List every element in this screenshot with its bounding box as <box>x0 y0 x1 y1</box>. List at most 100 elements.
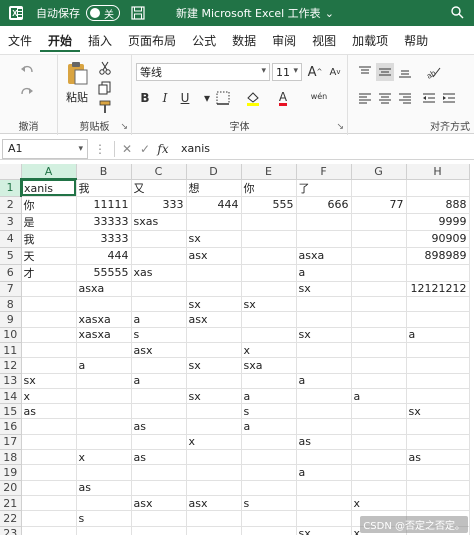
cell-g10[interactable] <box>351 327 407 343</box>
search-icon[interactable] <box>450 5 466 21</box>
cell-f10[interactable]: sx <box>296 327 352 343</box>
cell-d9[interactable]: asx <box>186 311 242 328</box>
cell-f18[interactable] <box>296 449 352 466</box>
cell-d11[interactable] <box>186 342 242 359</box>
cell-h2[interactable]: 888 <box>406 196 470 214</box>
cell-a8[interactable] <box>21 296 77 313</box>
cell-b11[interactable] <box>76 342 132 359</box>
cell-d13[interactable] <box>186 373 242 389</box>
cell-e13[interactable] <box>241 373 297 389</box>
cell-d21[interactable]: asx <box>186 495 242 512</box>
column-header-d[interactable]: D <box>186 164 242 180</box>
tab-data[interactable]: 数据 <box>224 30 264 52</box>
formula-input[interactable]: xanis <box>173 139 474 159</box>
borders-icon[interactable] <box>214 89 232 107</box>
cell-f4[interactable] <box>296 230 352 248</box>
cell-f13[interactable]: a <box>296 373 352 389</box>
font-size-dropdown[interactable]: 11 ▾ <box>272 63 302 81</box>
cell-a19[interactable] <box>21 464 77 481</box>
row-header[interactable]: 23 <box>0 526 22 535</box>
cell-h4[interactable]: 90909 <box>406 230 470 248</box>
undo-icon[interactable] <box>18 61 36 79</box>
autosave-toggle[interactable]: 关 <box>86 5 120 21</box>
cell-d22[interactable] <box>186 510 242 527</box>
column-header-f[interactable]: F <box>296 164 352 180</box>
cell-e7[interactable] <box>241 281 297 298</box>
row-header[interactable]: 22 <box>0 510 22 527</box>
cell-b15[interactable] <box>76 403 132 420</box>
cell-c6[interactable]: xas <box>131 264 187 282</box>
tab-view[interactable]: 视图 <box>304 30 344 52</box>
cell-d10[interactable] <box>186 327 242 343</box>
cell-g8[interactable] <box>351 296 407 313</box>
cell-b8[interactable] <box>76 296 132 313</box>
cell-a2[interactable]: 你 <box>21 196 77 214</box>
row-header[interactable]: 17 <box>0 434 22 451</box>
cell-a21[interactable] <box>21 495 77 512</box>
cell-b18[interactable]: x <box>76 449 132 466</box>
cell-g15[interactable] <box>351 403 407 420</box>
row-header[interactable]: 18 <box>0 449 22 466</box>
row-header[interactable]: 13 <box>0 373 22 389</box>
cell-b7[interactable]: asxa <box>76 281 132 298</box>
cell-b23[interactable] <box>76 526 132 535</box>
fill-color-icon[interactable] <box>244 89 262 107</box>
cell-b20[interactable]: as <box>76 480 132 496</box>
cell-a3[interactable]: 是 <box>21 213 77 231</box>
cell-d17[interactable]: x <box>186 434 242 451</box>
cell-b5[interactable]: 444 <box>76 247 132 265</box>
align-left-icon[interactable] <box>356 89 374 107</box>
row-header[interactable]: 7 <box>0 281 22 298</box>
font-launcher-icon[interactable]: ↘ <box>336 122 344 132</box>
tab-insert[interactable]: 插入 <box>80 30 120 52</box>
document-title[interactable]: 新建 Microsoft Excel 工作表 ⌄ <box>176 5 334 21</box>
cell-h1[interactable] <box>406 179 470 197</box>
cell-b9[interactable]: xasxa <box>76 311 132 328</box>
decrease-indent-icon[interactable] <box>420 89 438 107</box>
clipboard-launcher-icon[interactable]: ↘ <box>120 122 128 132</box>
cell-b21[interactable] <box>76 495 132 512</box>
row-header[interactable]: 5 <box>0 247 22 265</box>
cell-f9[interactable] <box>296 311 352 328</box>
cell-b1[interactable]: 我 <box>76 179 132 197</box>
cell-a5[interactable]: 天 <box>21 247 77 265</box>
cell-f5[interactable]: asxa <box>296 247 352 265</box>
cell-d4[interactable]: sx <box>186 230 242 248</box>
cell-h15[interactable]: sx <box>406 403 470 420</box>
column-header-e[interactable]: E <box>241 164 297 180</box>
tab-home[interactable]: 开始 <box>40 30 81 52</box>
cell-b10[interactable]: xasxa <box>76 327 132 343</box>
cell-f16[interactable] <box>296 418 352 435</box>
cell-a10[interactable] <box>21 327 77 343</box>
row-header[interactable]: 6 <box>0 264 22 282</box>
cell-a22[interactable] <box>21 510 77 527</box>
cell-d2[interactable]: 444 <box>186 196 242 214</box>
row-header[interactable]: 19 <box>0 464 22 481</box>
cell-c11[interactable]: asx <box>131 342 187 359</box>
row-header[interactable]: 21 <box>0 495 22 512</box>
paste-label[interactable]: 粘贴 <box>66 89 88 105</box>
column-header-g[interactable]: G <box>351 164 407 180</box>
cell-c12[interactable] <box>131 357 187 374</box>
insert-function-button[interactable]: fx <box>155 140 171 158</box>
cut-icon[interactable] <box>96 59 114 77</box>
cell-e14[interactable]: a <box>241 388 297 405</box>
cell-f17[interactable]: as <box>296 434 352 451</box>
cell-g4[interactable] <box>351 230 407 248</box>
cell-d23[interactable] <box>186 526 242 535</box>
cell-a7[interactable] <box>21 281 77 298</box>
underline-button[interactable]: U <box>176 89 194 107</box>
cell-f19[interactable]: a <box>296 464 352 481</box>
cell-g3[interactable] <box>351 213 407 231</box>
cell-c8[interactable] <box>131 296 187 313</box>
cell-f21[interactable] <box>296 495 352 512</box>
cell-e23[interactable] <box>241 526 297 535</box>
font-name-dropdown[interactable]: 等线 ▾ <box>136 63 270 81</box>
cell-h18[interactable]: as <box>406 449 470 466</box>
italic-button[interactable]: I <box>156 89 174 107</box>
cell-e8[interactable]: sx <box>241 296 297 313</box>
cell-c4[interactable] <box>131 230 187 248</box>
cell-b13[interactable] <box>76 373 132 389</box>
increase-font-size-icon[interactable]: A ^ <box>306 63 324 81</box>
cell-f12[interactable] <box>296 357 352 374</box>
